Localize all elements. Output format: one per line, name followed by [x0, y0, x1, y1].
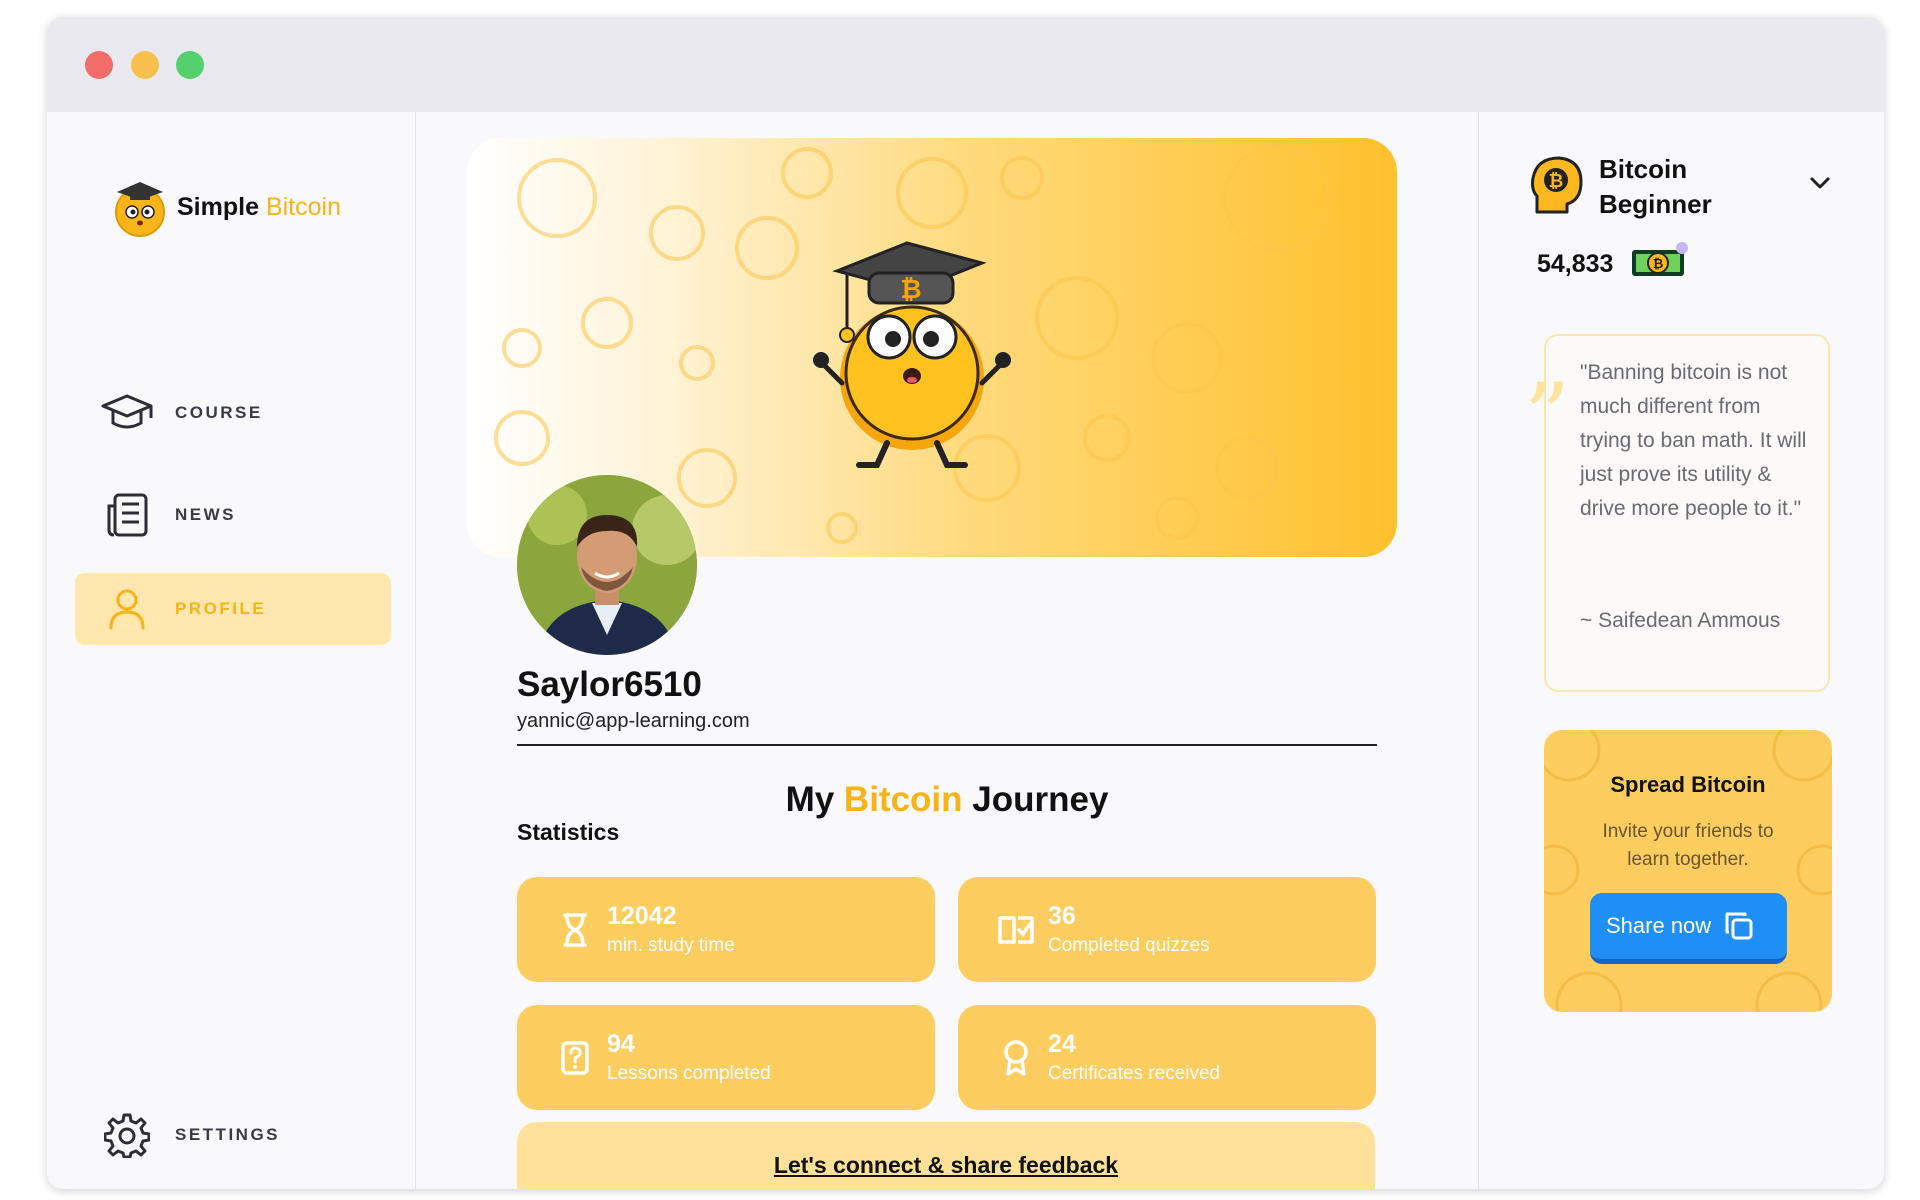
minimize-window-button[interactable] — [131, 51, 159, 79]
stat-caption: Certificates received — [1048, 1063, 1221, 1084]
logo-word-simple: Simple — [177, 192, 259, 221]
main-content: ₿ Saylor6510 yannic@app-learning.com My … — [417, 112, 1477, 1189]
nav-item-profile[interactable]: PROFILE — [75, 573, 391, 645]
nav-label-course: COURSE — [175, 403, 263, 422]
award-icon — [996, 1038, 1036, 1078]
title-bar — [47, 17, 1884, 112]
feedback-link[interactable]: Let's connect & share feedback — [774, 1152, 1118, 1178]
nav-label-profile: PROFILE — [175, 599, 267, 618]
close-window-button[interactable] — [85, 51, 113, 79]
share-button-label: Share now — [1606, 913, 1712, 938]
stat-card-lessons: 94 Lessons completed — [517, 1005, 935, 1110]
sats-bill-icon: ₿ — [1632, 242, 1688, 276]
avatar[interactable] — [517, 475, 697, 655]
profile-username: Saylor6510 — [517, 665, 702, 704]
quote-mark-icon: ” — [1524, 364, 1571, 469]
stat-card-study-time: 12042 min. study time — [517, 877, 935, 982]
feedback-banner: Let's connect & share feedback — [517, 1122, 1375, 1189]
head-bitcoin-icon: ₿ — [1531, 156, 1583, 214]
newspaper-icon — [97, 490, 157, 540]
app-logo[interactable]: Simple Bitcoin — [107, 174, 341, 240]
quote-author: ~ Saifedean Ammous — [1580, 609, 1781, 632]
svg-text:₿: ₿ — [900, 275, 921, 305]
stat-card-quizzes: 36 Completed quizzes — [958, 877, 1376, 982]
stat-value: 36 — [1048, 902, 1076, 930]
nav-item-news[interactable]: NEWS — [75, 479, 391, 551]
journey-title: My Bitcoin Journey — [517, 780, 1377, 820]
graduate-coin-mascot-icon: ₿ — [813, 241, 1011, 468]
sidebar: Simple Bitcoin COURSE NEWS PROFILE SETTI — [47, 112, 416, 1189]
points-balance: 54,833 — [1537, 250, 1614, 278]
profile-email: yannic@app-learning.com — [517, 710, 750, 732]
quote-text: "Banning bitcoin is not much different f… — [1580, 361, 1807, 520]
journey-title-start: My — [785, 780, 844, 819]
right-panel: ₿ Bitcoin Beginner 54,833 ₿ ” "Banning b… — [1478, 112, 1884, 1189]
app-window: Simple Bitcoin COURSE NEWS PROFILE SETTI — [47, 17, 1884, 1189]
level-name: Bitcoin Beginner — [1599, 154, 1712, 219]
gear-icon — [97, 1110, 157, 1160]
hourglass-icon — [555, 910, 595, 950]
quote-card: ” "Banning bitcoin is not much different… — [1524, 334, 1830, 692]
chevron-down-icon[interactable] — [1809, 172, 1831, 194]
spread-title: Spread Bitcoin — [1610, 772, 1766, 797]
profile-divider — [517, 744, 1377, 746]
share-now-button[interactable]: Share now — [1590, 893, 1787, 964]
maximize-window-button[interactable] — [176, 51, 204, 79]
book-check-icon — [996, 910, 1036, 950]
statistics-heading: Statistics — [517, 819, 620, 845]
spread-text: Invite your friends to learn together. — [1602, 821, 1774, 870]
stat-card-certificates: 24 Certificates received — [958, 1005, 1376, 1110]
stat-caption: Lessons completed — [607, 1063, 771, 1084]
svg-text:₿: ₿ — [1549, 171, 1564, 192]
logo-word-bitcoin: Bitcoin — [265, 192, 341, 221]
stat-caption: Completed quizzes — [1048, 935, 1210, 956]
spread-bitcoin-card: Spread Bitcoin Invite your friends to le… — [1544, 730, 1832, 1012]
stat-value: 24 — [1048, 1030, 1076, 1058]
journey-title-accent: Bitcoin — [843, 780, 963, 819]
svg-text:₿: ₿ — [1653, 257, 1664, 272]
nav-label-settings: SETTINGS — [175, 1125, 281, 1144]
graduation-cap-icon — [97, 388, 157, 438]
copy-icon — [1725, 912, 1753, 940]
logo-mascot-icon — [115, 182, 165, 237]
nav-item-course[interactable]: COURSE — [75, 377, 391, 449]
question-doc-icon — [555, 1038, 595, 1078]
nav-label-news: NEWS — [175, 505, 236, 524]
stat-value: 94 — [607, 1030, 635, 1058]
nav-item-settings[interactable]: SETTINGS — [75, 1099, 391, 1171]
stat-caption: min. study time — [607, 935, 735, 956]
stat-value: 12042 — [607, 902, 677, 930]
journey-title-end: Journey — [962, 780, 1109, 819]
user-icon — [97, 584, 157, 634]
